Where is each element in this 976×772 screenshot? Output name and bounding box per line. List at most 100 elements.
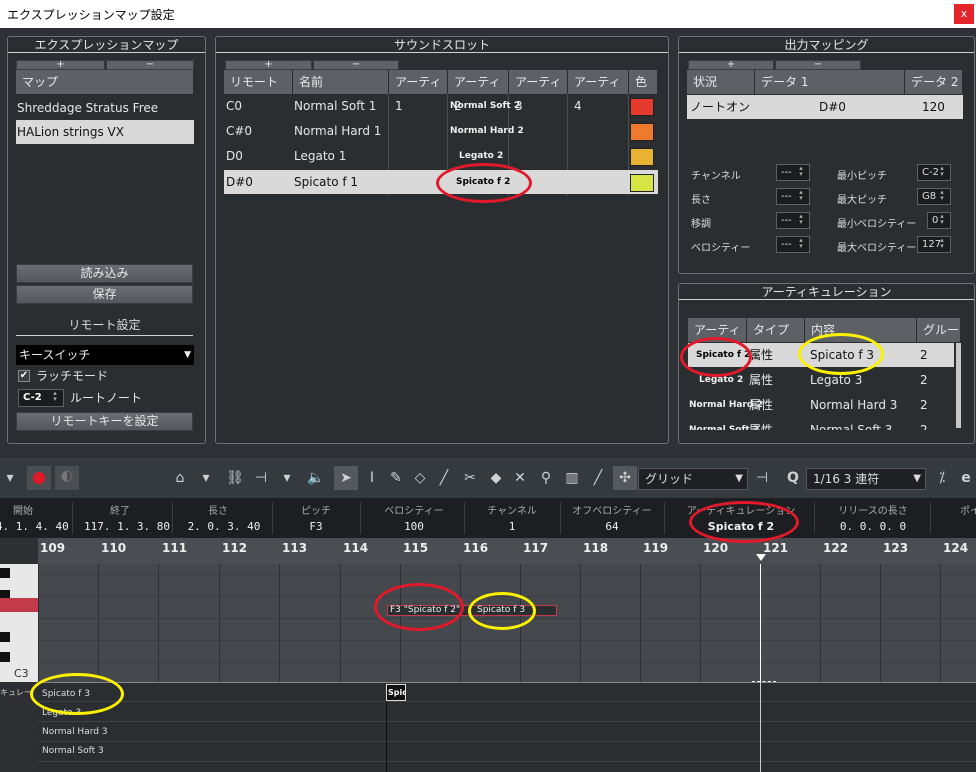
playhead-handle[interactable]: [752, 681, 776, 684]
col-data1[interactable]: データ 1: [755, 70, 905, 94]
active-key[interactable]: [0, 598, 38, 612]
add-map-button[interactable]: +: [16, 60, 105, 70]
info-artic-value[interactable]: Spicato f 2: [666, 520, 816, 533]
pointer-icon[interactable]: ➤: [334, 466, 358, 490]
set-remote-key-button[interactable]: リモートキーを設定: [16, 412, 193, 431]
info-pitch-value[interactable]: F3: [276, 520, 356, 533]
col-art1[interactable]: アーティ 1: [389, 70, 448, 113]
lane-event[interactable]: Spic: [386, 684, 406, 701]
col-color[interactable]: 色: [629, 70, 658, 94]
info-end-value[interactable]: 117. 1. 3. 80: [80, 520, 174, 533]
comb-icon[interactable]: ▥: [562, 468, 582, 488]
info-velocity-value[interactable]: 100: [364, 520, 464, 533]
link-icon[interactable]: ⛓: [225, 468, 245, 488]
length-stepper[interactable]: ---: [776, 188, 810, 205]
chevron-down-icon[interactable]: ▾: [277, 468, 297, 488]
col-remote[interactable]: リモート: [224, 70, 293, 94]
iterative-icon[interactable]: ⁒: [932, 468, 952, 488]
min-velocity-stepper[interactable]: 0: [927, 212, 951, 229]
col-group[interactable]: グルー: [917, 318, 961, 342]
black-key[interactable]: [0, 632, 10, 642]
ruler[interactable]: 109 110 111 112 113 114 115 116 117 118 …: [38, 538, 976, 564]
col-artic[interactable]: アーティ: [688, 318, 747, 342]
snapshot-icon[interactable]: ⌂: [170, 468, 190, 488]
black-key[interactable]: [0, 652, 10, 662]
playhead-marker[interactable]: [756, 554, 766, 561]
velocity-stepper[interactable]: ---: [776, 236, 810, 253]
range-icon[interactable]: I: [362, 468, 382, 488]
remove-output-button[interactable]: −: [775, 60, 861, 70]
chevron-down-icon[interactable]: ▾: [0, 468, 20, 488]
info-start-value[interactable]: 14. 1. 4. 40: [0, 520, 70, 533]
remove-slot-button[interactable]: −: [313, 60, 399, 70]
expression-map-title: エクスプレッションマップ: [8, 37, 205, 53]
zoom-icon[interactable]: ⚲: [536, 468, 556, 488]
close-button[interactable]: x: [954, 4, 974, 24]
note-event[interactable]: F3 "Spicato f 2" Spicato f 3: [387, 605, 557, 616]
speaker-icon[interactable]: 🔈: [306, 468, 326, 488]
c3-label: C3: [14, 667, 29, 680]
monitor-icon[interactable]: ◐: [55, 466, 79, 490]
col-content[interactable]: 内容: [805, 318, 917, 342]
save-button[interactable]: 保存: [16, 285, 193, 304]
artic-scrollbar[interactable]: [956, 343, 961, 428]
col-type[interactable]: タイプ: [747, 318, 805, 342]
artic-name: Legato 2: [699, 375, 744, 385]
artic-group: 2: [920, 423, 928, 430]
chevron-down-icon: ▼: [913, 473, 921, 484]
snap-line-icon[interactable]: ⊣: [752, 468, 772, 488]
line-icon[interactable]: ╱: [434, 468, 454, 488]
table-row[interactable]: Normal Soft 2 属性 Normal Soft 3 2: [679, 418, 961, 430]
quantize-apply-icon[interactable]: e: [956, 468, 976, 488]
draw-icon[interactable]: ╱: [588, 468, 608, 488]
black-key[interactable]: [0, 568, 10, 578]
col-art2[interactable]: アーティ 2: [448, 70, 509, 113]
add-output-button[interactable]: +: [688, 60, 774, 70]
add-slot-button[interactable]: +: [225, 60, 312, 70]
max-pitch-stepper[interactable]: G8: [917, 188, 951, 205]
articulation-lane[interactable]: Spicato f 3 Legato 3 Normal Hard 3 Norma…: [38, 681, 976, 772]
info-release-value[interactable]: 0. 0. 0. 0: [818, 520, 928, 533]
note-grid[interactable]: F3 "Spicato f 2" Spicato f 3: [38, 564, 976, 682]
split-icon[interactable]: ⊣: [251, 468, 271, 488]
slot-color-swatch[interactable]: [630, 148, 654, 166]
glue-icon[interactable]: ◆: [486, 468, 506, 488]
min-pitch-label: 最小ピッチ: [837, 171, 887, 182]
slot-color-swatch[interactable]: [630, 123, 654, 141]
info-channel-value[interactable]: 1: [466, 520, 558, 533]
col-status[interactable]: 状況: [687, 70, 755, 94]
ruler-bar: 111: [162, 541, 188, 555]
grid-select[interactable]: グリッド ▼: [638, 468, 748, 490]
scissors-icon[interactable]: ✂: [460, 468, 480, 488]
min-pitch-stepper[interactable]: C-2: [917, 164, 951, 181]
col-data2[interactable]: データ 2: [905, 70, 963, 94]
eraser-icon[interactable]: ◇: [410, 468, 430, 488]
remove-map-button[interactable]: −: [106, 60, 194, 70]
col-art3[interactable]: アーティ 3: [509, 70, 568, 113]
map-item-shreddage[interactable]: Shreddage Stratus Free: [17, 96, 158, 120]
col-art4[interactable]: アーティ 4: [568, 70, 629, 113]
slot-color-swatch[interactable]: [630, 98, 654, 116]
info-length-value[interactable]: 2. 0. 3. 40: [178, 520, 270, 533]
quantize-select[interactable]: 1/16 3 連符 ▼: [806, 468, 926, 490]
artic-type: 属性: [749, 423, 774, 430]
mute-icon[interactable]: ✕: [510, 468, 530, 488]
max-velocity-stepper[interactable]: 127: [917, 236, 951, 253]
col-name[interactable]: 名前: [293, 70, 389, 94]
info-offvel-value[interactable]: 64: [562, 520, 662, 533]
snap-icon[interactable]: ✣: [613, 466, 637, 490]
channel-stepper[interactable]: ---: [776, 164, 810, 181]
record-button[interactable]: [27, 466, 51, 490]
piano-keyboard[interactable]: C3: [0, 564, 38, 682]
pencil-icon[interactable]: ✎: [386, 468, 406, 488]
keyswitch-select[interactable]: キースイッチ ▼: [16, 345, 194, 365]
ruler-bar: 114: [343, 541, 369, 555]
load-button[interactable]: 読み込み: [16, 264, 193, 283]
transpose-stepper[interactable]: ---: [776, 212, 810, 229]
latch-checkbox[interactable]: ✔: [18, 370, 30, 382]
root-note-stepper[interactable]: C-2: [18, 389, 64, 407]
map-item-halion[interactable]: HALion strings VX: [17, 120, 124, 144]
slot-color-swatch[interactable]: [630, 174, 654, 192]
quantize-q-icon[interactable]: Q: [783, 468, 803, 488]
chevron-down-icon[interactable]: ▾: [196, 468, 216, 488]
